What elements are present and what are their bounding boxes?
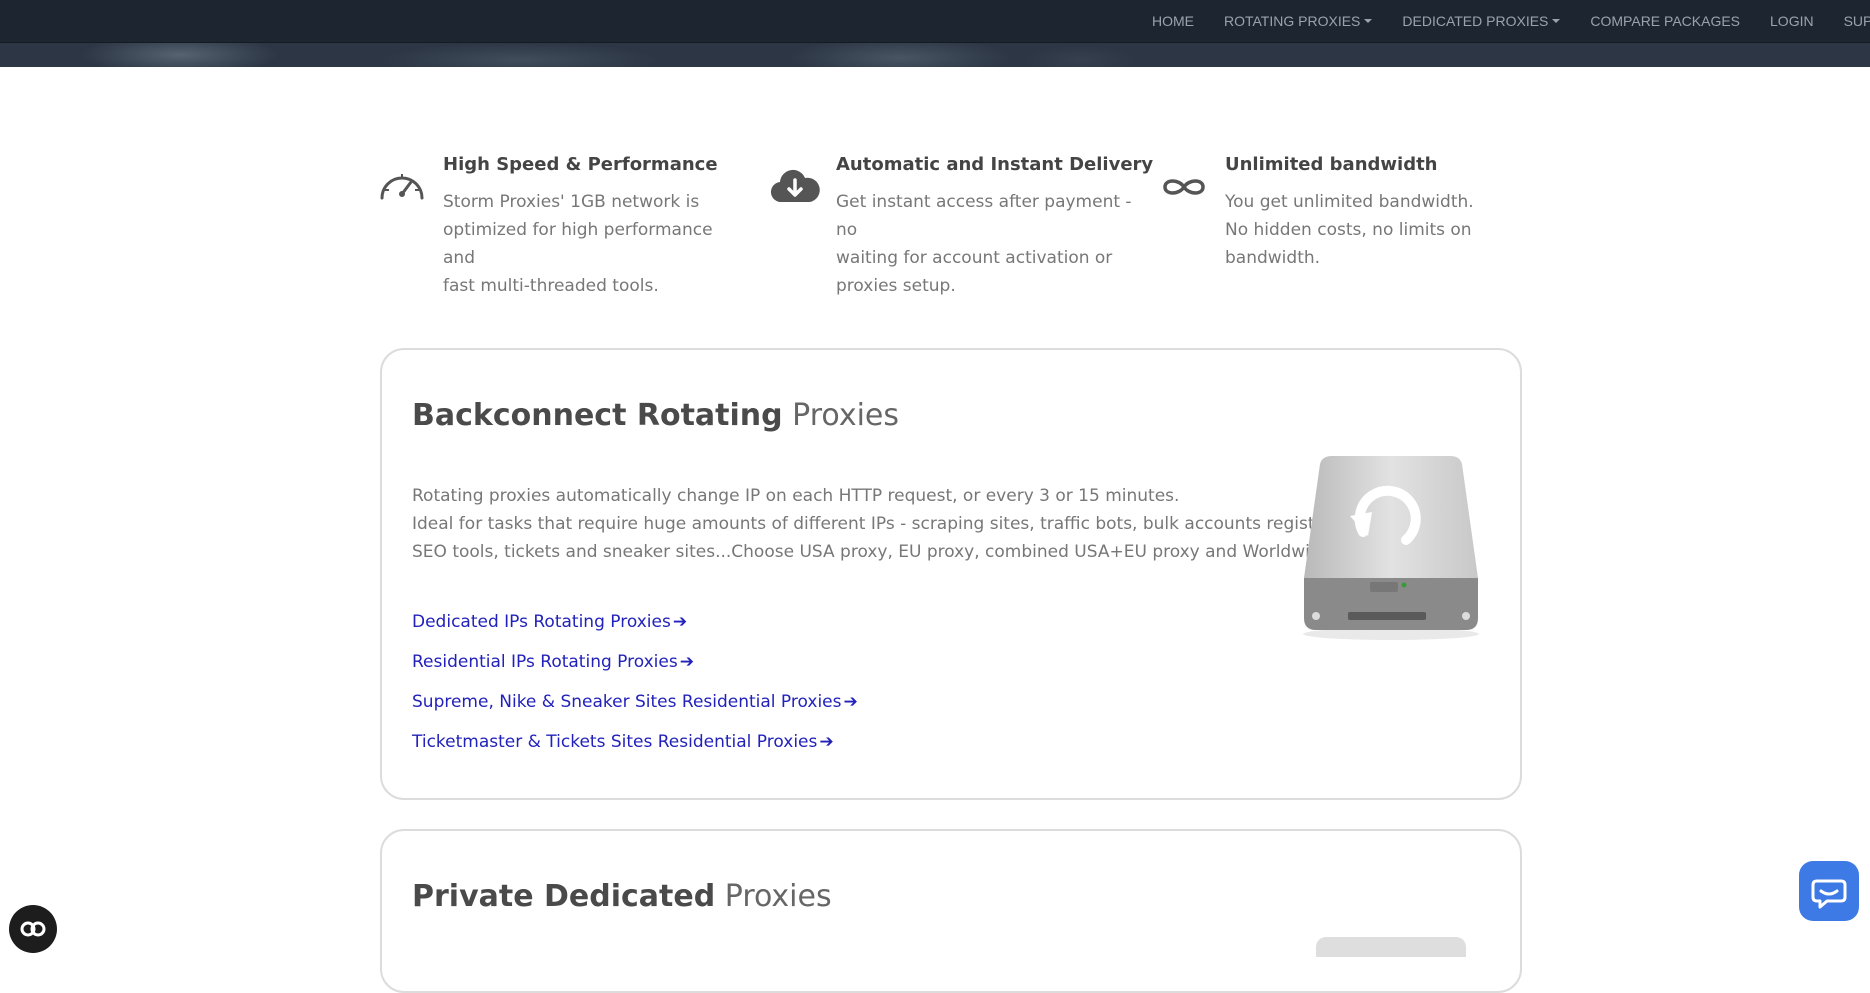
nav-dedicated-proxies[interactable]: DEDICATED PROXIES — [1402, 13, 1561, 29]
nav-compare-packages[interactable]: COMPARE PACKAGES — [1590, 13, 1740, 29]
arrow-right-icon: ➔ — [672, 612, 688, 632]
feature-description: Get instant access after payment - no wa… — [836, 192, 1132, 296]
rotating-proxies-card: Backconnect Rotating Proxies Rotating pr… — [380, 348, 1522, 800]
nav-home[interactable]: HOME — [1152, 13, 1194, 29]
arrow-right-icon: ➔ — [843, 692, 858, 712]
speedometer-icon — [380, 174, 424, 200]
feature-description: You get unlimited bandwidth. No hidden c… — [1225, 192, 1474, 268]
feature-description: Storm Proxies' 1GB network is optimized … — [443, 192, 713, 296]
arrow-right-icon: ➔ — [819, 732, 834, 752]
cookie-settings-icon — [20, 921, 46, 937]
chat-launcher-button[interactable] — [1799, 861, 1859, 921]
link-sneaker-residential[interactable]: Supreme, Nike & Sneaker Sites Residentia… — [412, 692, 858, 712]
link-dedicated-ips-rotating[interactable]: Dedicated IPs Rotating Proxies ➔ — [412, 612, 687, 632]
cloud-download-icon — [770, 169, 820, 203]
card-title: Backconnect Rotating Proxies — [412, 398, 900, 433]
dedicated-proxies-card: Private Dedicated Proxies — [380, 829, 1522, 993]
nav-links: HOME ROTATING PROXIES DEDICATED PROXIES … — [1152, 0, 1870, 42]
caret-down-icon — [1364, 19, 1373, 23]
rotating-drive-icon — [1303, 456, 1479, 640]
caret-down-icon — [1552, 19, 1561, 23]
nav-support[interactable]: SUPPORT — [1844, 13, 1870, 29]
infinity-icon — [1163, 179, 1205, 195]
feature-title: Unlimited bandwidth — [1225, 154, 1438, 175]
cookie-settings-button[interactable] — [9, 905, 57, 953]
nav-rotating-proxies[interactable]: ROTATING PROXIES — [1224, 13, 1373, 29]
link-ticketmaster-residential[interactable]: Ticketmaster & Tickets Sites Residential… — [412, 732, 834, 752]
top-navbar: HOME ROTATING PROXIES DEDICATED PROXIES … — [0, 0, 1870, 43]
feature-title: High Speed & Performance — [443, 154, 718, 175]
dedicated-drive-icon — [1316, 937, 1466, 957]
arrow-right-icon: ➔ — [679, 652, 694, 672]
card-description: Rotating proxies automatically change IP… — [412, 486, 1384, 562]
link-residential-ips-rotating[interactable]: Residential IPs Rotating Proxies ➔ — [412, 652, 694, 672]
feature-title: Automatic and Instant Delivery — [836, 154, 1154, 175]
chat-bubble-icon — [1811, 879, 1847, 909]
card-title: Private Dedicated Proxies — [412, 879, 832, 914]
nav-login[interactable]: LOGIN — [1770, 13, 1814, 29]
